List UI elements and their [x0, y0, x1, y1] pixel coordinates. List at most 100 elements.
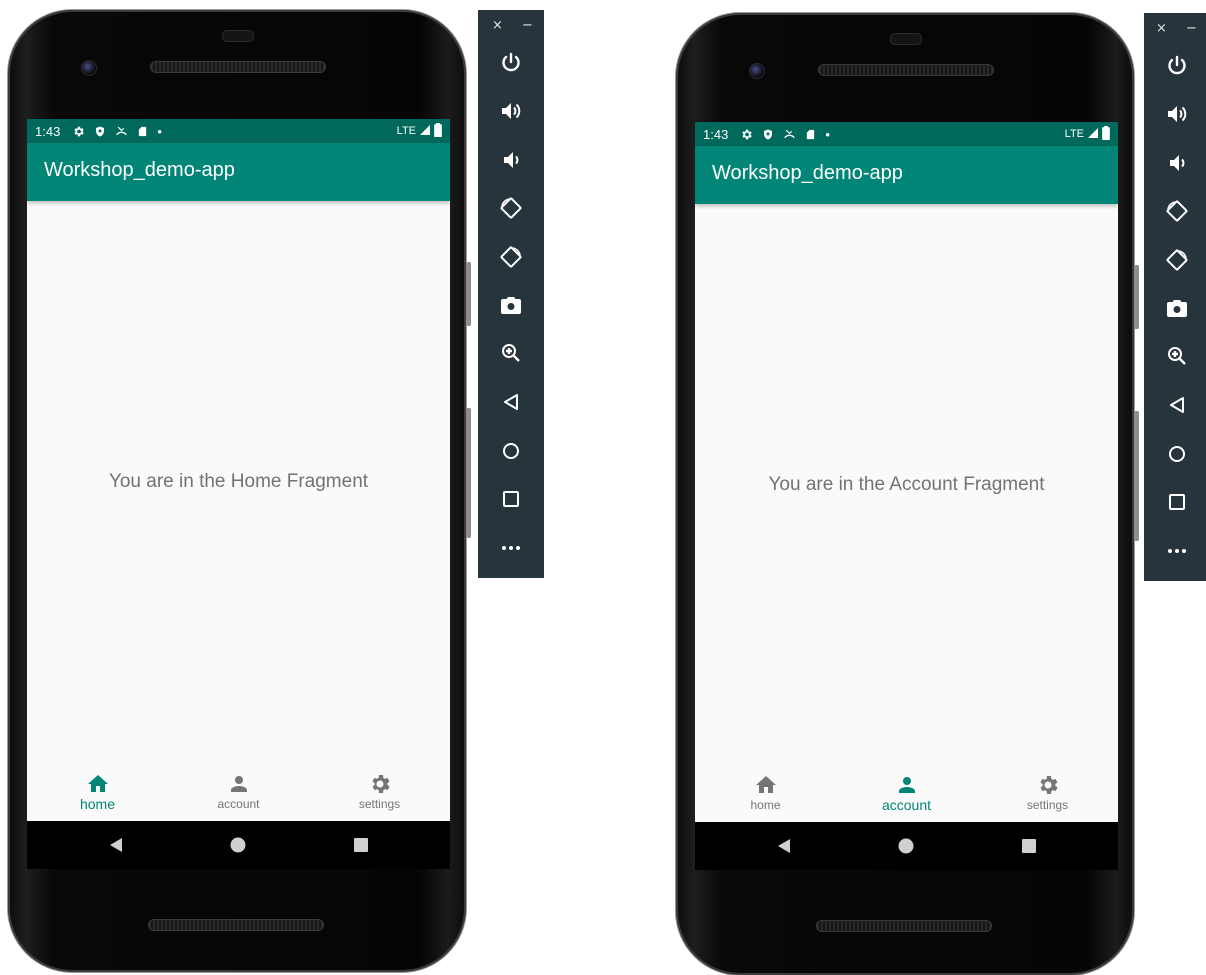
- more-button[interactable]: [499, 536, 523, 560]
- settings-status-icon: [72, 125, 85, 138]
- rotate-right-icon: [500, 246, 522, 268]
- signal-icon: [1087, 127, 1099, 142]
- app-bar: Workshop_demo-app: [695, 146, 1118, 204]
- notification-dot: •: [825, 126, 830, 142]
- volume-up-button[interactable]: [1165, 102, 1189, 126]
- emulator-toolbar-1: × −: [478, 10, 544, 578]
- shield-status-icon: [762, 128, 774, 141]
- zoom-button[interactable]: [1165, 344, 1189, 368]
- bottom-speaker: [816, 920, 992, 932]
- more-icon: [1168, 549, 1186, 553]
- side-button-volume: [466, 408, 471, 538]
- settings-icon: [371, 775, 390, 793]
- rotate-right-icon: [1166, 249, 1188, 271]
- sd-card-status-icon: [805, 128, 816, 141]
- minimize-button[interactable]: −: [1186, 21, 1197, 36]
- app-bar: Workshop_demo-app: [27, 143, 450, 201]
- minimize-button[interactable]: −: [522, 18, 533, 33]
- nav-item-settings[interactable]: settings: [977, 766, 1118, 822]
- battery-icon: [1102, 125, 1110, 143]
- account-icon: [898, 777, 915, 793]
- nav-label-settings: settings: [1026, 798, 1069, 812]
- volume-down-button[interactable]: [499, 148, 523, 172]
- back-button[interactable]: [1165, 393, 1189, 417]
- system-navigation-bar: [695, 822, 1118, 870]
- home-icon: [87, 775, 108, 792]
- power-icon: [1168, 55, 1186, 75]
- camera-icon: [1167, 300, 1187, 317]
- home-circle-icon: [503, 443, 519, 459]
- screen: 1:43 • LTE Workshop_demo-app You are in …: [695, 122, 1118, 822]
- network-type: LTE: [396, 125, 416, 137]
- back-nav-icon[interactable]: [776, 838, 792, 854]
- home-nav-icon[interactable]: [898, 838, 914, 854]
- nav-item-account[interactable]: account: [836, 766, 977, 822]
- back-icon: [1170, 397, 1184, 413]
- overview-nav-icon[interactable]: [1021, 838, 1037, 854]
- side-button-volume: [1134, 411, 1139, 541]
- missed-call-status-icon: [783, 128, 796, 141]
- front-camera: [81, 60, 97, 76]
- network-type: LTE: [1064, 128, 1084, 140]
- nav-item-settings[interactable]: settings: [309, 765, 450, 821]
- nav-item-home[interactable]: home: [27, 765, 168, 821]
- nav-label-home: home: [79, 796, 116, 812]
- volume-down-button[interactable]: [1165, 151, 1189, 175]
- rotate-right-button[interactable]: [1165, 248, 1189, 272]
- power-button[interactable]: [499, 51, 523, 75]
- bottom-navigation: home account settings: [695, 766, 1118, 822]
- emulator-toolbar-2: × −: [1144, 13, 1206, 581]
- zoom-icon: [1168, 347, 1186, 365]
- back-button[interactable]: [499, 390, 523, 414]
- bottom-speaker: [148, 919, 324, 931]
- zoom-button[interactable]: [499, 341, 523, 365]
- screen: 1:43 • LTE Workshop_demo-app You are in …: [27, 119, 450, 821]
- settings-icon: [1039, 776, 1058, 794]
- front-camera: [749, 63, 765, 79]
- more-button[interactable]: [1165, 539, 1189, 563]
- volume-up-button[interactable]: [499, 99, 523, 123]
- proximity-sensor: [222, 30, 254, 42]
- screenshot-button[interactable]: [1165, 296, 1189, 320]
- more-icon: [502, 546, 520, 550]
- app-title: Workshop_demo-app: [44, 159, 235, 181]
- signal-icon: [419, 124, 431, 139]
- home-button[interactable]: [1165, 442, 1189, 466]
- screenshot-button[interactable]: [499, 293, 523, 317]
- rotate-right-button[interactable]: [499, 245, 523, 269]
- rotate-left-button[interactable]: [1165, 199, 1189, 223]
- volume-down-icon: [1170, 155, 1185, 171]
- overview-button[interactable]: [499, 487, 523, 511]
- rotate-left-button[interactable]: [499, 196, 523, 220]
- home-circle-icon: [1169, 446, 1185, 462]
- account-icon: [230, 776, 247, 792]
- power-icon: [502, 52, 520, 72]
- nav-label-home: home: [750, 798, 781, 812]
- volume-up-icon: [502, 103, 521, 119]
- side-button-power: [1134, 265, 1139, 329]
- volume-down-icon: [504, 152, 519, 168]
- overview-nav-icon[interactable]: [353, 837, 369, 853]
- close-button[interactable]: ×: [492, 18, 503, 33]
- side-button-power: [466, 262, 471, 326]
- emulator-device-2: 1:43 • LTE Workshop_demo-app You are in …: [668, 0, 1139, 975]
- power-button[interactable]: [1165, 54, 1189, 78]
- home-nav-icon[interactable]: [230, 837, 246, 853]
- missed-call-status-icon: [115, 125, 128, 138]
- fragment-message: You are in the Account Fragment: [768, 474, 1045, 495]
- nav-item-home[interactable]: home: [695, 766, 836, 822]
- status-bar: 1:43 • LTE: [27, 119, 450, 143]
- nav-item-account[interactable]: account: [168, 765, 309, 821]
- settings-status-icon: [740, 128, 753, 141]
- nav-label-account: account: [217, 797, 260, 811]
- emulator-device-1: 1:43 • LTE Workshop_demo-app You are in …: [0, 0, 471, 975]
- overview-icon: [503, 491, 519, 507]
- back-nav-icon[interactable]: [108, 837, 124, 853]
- top-speaker: [150, 61, 326, 73]
- status-time: 1:43: [35, 123, 61, 139]
- shield-status-icon: [94, 125, 106, 138]
- proximity-sensor: [890, 33, 922, 45]
- home-button[interactable]: [499, 439, 523, 463]
- overview-button[interactable]: [1165, 490, 1189, 514]
- close-button[interactable]: ×: [1156, 21, 1167, 36]
